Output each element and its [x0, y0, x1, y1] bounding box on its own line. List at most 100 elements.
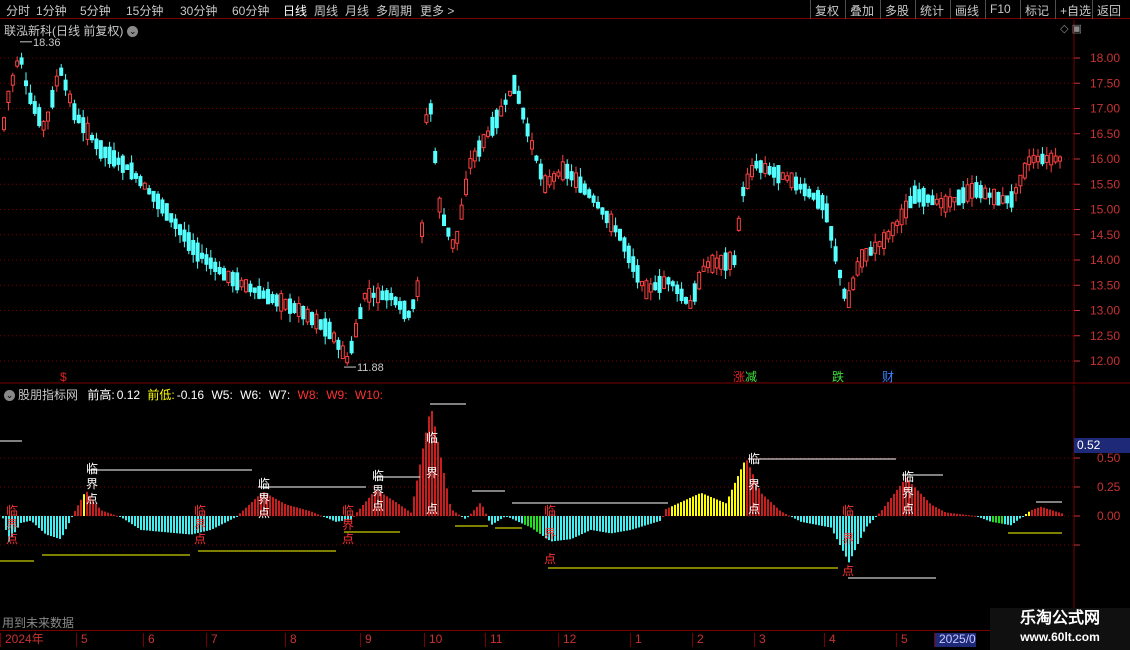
candle-body: [318, 319, 323, 330]
indicator-menu-icon[interactable]: ⌄: [4, 390, 15, 402]
indicator-bar: [59, 516, 61, 539]
stock-title[interactable]: 联泓新科(日线 前复权) ⌄: [4, 22, 139, 39]
qiangao-value: 0.12: [116, 388, 141, 402]
candle-body: [816, 190, 820, 209]
period-tab-daily[interactable]: 日线: [283, 2, 307, 19]
indicator-bar: [185, 516, 187, 535]
candle-body: [371, 292, 376, 298]
critical-point-label: 临: [342, 504, 354, 518]
critical-point-label: 临: [902, 470, 914, 484]
critical-point-label: 点: [372, 499, 384, 513]
candle-body: [987, 192, 992, 198]
indicator-bar: [680, 502, 682, 516]
date-label-selected[interactable]: 2025/0: [934, 633, 976, 647]
candle-body: [860, 249, 864, 268]
period-tab-60min[interactable]: 60分钟: [232, 2, 269, 19]
indicator-bar: [221, 516, 223, 525]
indicator-bar: [947, 512, 949, 516]
indicator-bar: [662, 516, 664, 517]
indicator-bar: [290, 505, 292, 516]
period-tab-monthly[interactable]: 月线: [345, 2, 369, 19]
indicator-bar: [1058, 512, 1060, 516]
indicator-bar: [926, 500, 928, 516]
candle-body: [798, 183, 803, 190]
date-label: 1: [630, 633, 642, 647]
multi-stock-button[interactable]: 多股: [880, 0, 913, 19]
candle-body: [389, 293, 394, 301]
candle-body: [596, 201, 600, 209]
overlay-button[interactable]: 叠加: [845, 0, 878, 19]
indicator-bar: [722, 501, 724, 516]
indicator-bar: [440, 457, 442, 516]
candle-body: [393, 296, 398, 306]
window-toggle-icon[interactable]: ▣: [1072, 23, 1082, 35]
stats-button[interactable]: 统计: [915, 0, 948, 19]
indicator-bar: [860, 516, 862, 538]
period-tab-weekly[interactable]: 周线: [314, 2, 338, 19]
indicator-bar: [929, 503, 931, 516]
indicator-bar: [863, 516, 865, 532]
indicator-bar: [488, 516, 490, 521]
indicator-bar: [779, 510, 781, 516]
indicator-bar: [734, 482, 736, 516]
candle-body: [868, 246, 873, 256]
candle-body: [164, 203, 169, 221]
candle-body: [301, 305, 306, 320]
mark-button[interactable]: 标记: [1020, 0, 1053, 19]
critical-point-label: 点: [544, 552, 556, 566]
candle-body: [670, 281, 675, 287]
period-tab-fenshi[interactable]: 分时: [6, 2, 30, 19]
indicator-bar: [641, 516, 643, 527]
indicator-bar: [944, 511, 946, 516]
draw-line-button[interactable]: 画线: [950, 0, 983, 19]
candle-body: [129, 162, 134, 180]
candle-body: [701, 265, 706, 272]
period-tab-5min[interactable]: 5分钟: [80, 2, 111, 19]
period-tab-1min[interactable]: 1分钟: [36, 2, 67, 19]
indicator-bar: [980, 516, 982, 518]
indicator-bar: [131, 516, 133, 525]
diamond-icon[interactable]: ◇: [1060, 23, 1068, 35]
indicator-bar: [857, 516, 859, 544]
indicator-panel[interactable]: 0.50 0.25 0.00 临界点临界点临界点临界点临界点临界点临界点临界点临界点临…: [0, 385, 1130, 630]
candlestick-panel[interactable]: 18.00 17.50 17.00 16.50 16.00 15.50 15.00 14.50…: [0, 20, 1130, 384]
back-button[interactable]: 返回: [1092, 0, 1125, 19]
indicator-bar: [536, 516, 538, 532]
indicator-bar: [74, 511, 76, 516]
indicator-bar: [503, 516, 505, 518]
candle-body: [222, 268, 226, 281]
critical-point-label: 临: [194, 504, 206, 518]
indicator-bar: [671, 506, 673, 516]
indicator-bar: [188, 516, 190, 535]
indicator-bar: [71, 516, 73, 518]
candle-body: [120, 155, 125, 173]
period-tab-multi[interactable]: 多周期: [376, 2, 412, 19]
indicator-bar: [827, 516, 829, 528]
candle-body: [195, 242, 200, 262]
chevron-down-icon[interactable]: ⌄: [127, 26, 139, 38]
period-tab-15min[interactable]: 15分钟: [126, 2, 163, 19]
period-tab-30min[interactable]: 30分钟: [180, 2, 217, 19]
candle-body: [508, 90, 512, 96]
indicator-bar: [935, 507, 937, 516]
indicator-bar: [875, 516, 877, 517]
candle-body: [992, 188, 996, 206]
indicator-bar: [878, 513, 880, 516]
candle-body: [204, 254, 209, 265]
indicator-bar: [815, 516, 817, 525]
critical-point-label: 点: [258, 506, 270, 520]
price-tick-label: 15.50: [1090, 177, 1120, 191]
candle-body: [820, 194, 825, 211]
add-watchlist-button[interactable]: +自选: [1055, 0, 1095, 19]
indicator-bar: [1007, 516, 1009, 525]
period-tab-more[interactable]: 更多 >: [420, 2, 454, 19]
indicator-bar: [812, 516, 814, 525]
candle-body: [261, 290, 266, 299]
indicator-bar: [2, 516, 4, 519]
candle-body: [754, 160, 759, 169]
fuquan-button[interactable]: 复权: [810, 0, 843, 19]
f10-button[interactable]: F10: [985, 0, 1015, 19]
indicator-bar: [236, 516, 238, 517]
candle-body: [160, 199, 165, 214]
date-axis: 2024年 5 6 7 8 9 10 11 12 1 2 3 4 5 2025/…: [0, 630, 1130, 650]
